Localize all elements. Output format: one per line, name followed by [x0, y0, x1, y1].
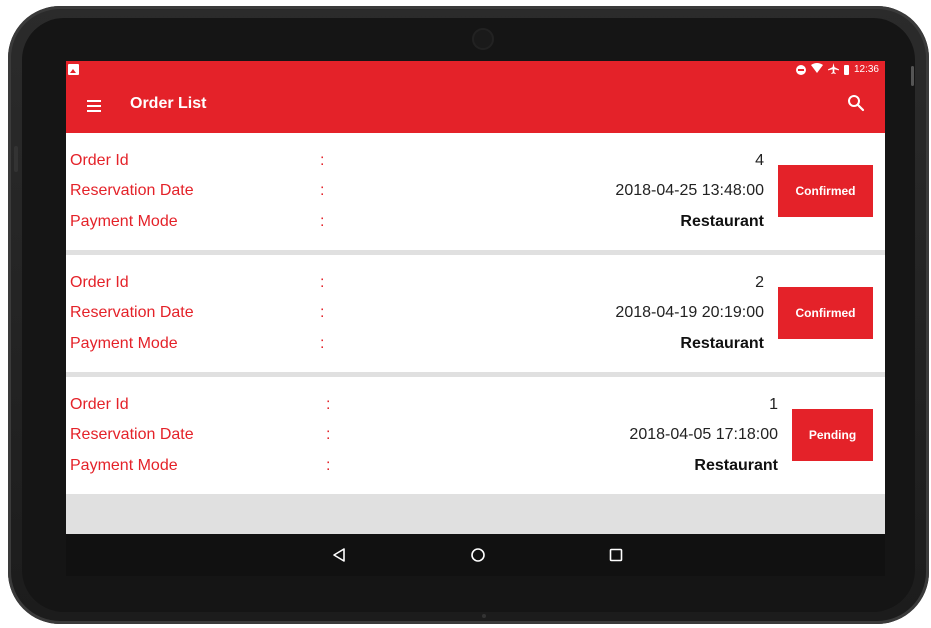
app-bar: Order List [66, 78, 885, 133]
separator: : [320, 335, 325, 352]
payment-mode-label: Payment Mode [70, 335, 178, 352]
recents-icon[interactable] [605, 544, 627, 566]
payment-mode-label: Payment Mode [70, 457, 178, 474]
status-button-confirmed[interactable]: Confirmed [778, 287, 873, 339]
separator: : [326, 426, 331, 443]
hamburger-menu-icon[interactable] [84, 94, 108, 118]
app-screen: 12:36 Order List Order Id : 4 Reservatio… [66, 61, 885, 534]
reservation-date-value: 2018-04-19 20:19:00 [615, 304, 764, 321]
payment-mode-label: Payment Mode [70, 213, 178, 230]
order-card[interactable]: Order Id : 1 Reservation Date : 2018-04-… [66, 377, 885, 494]
separator: : [320, 152, 325, 169]
status-button-confirmed[interactable]: Confirmed [778, 165, 873, 217]
order-id-value: 2 [755, 274, 764, 291]
picture-icon [68, 64, 79, 75]
airplane-icon [827, 62, 839, 77]
back-icon[interactable] [329, 544, 351, 566]
separator: : [326, 396, 331, 413]
status-button-pending[interactable]: Pending [792, 409, 873, 461]
reservation-date-label: Reservation Date [70, 304, 194, 321]
wifi-icon [810, 63, 823, 76]
separator: : [320, 182, 325, 199]
search-icon[interactable] [847, 94, 867, 114]
reservation-date-label: Reservation Date [70, 182, 194, 199]
status-time: 12:36 [853, 64, 879, 75]
reservation-date-value: 2018-04-05 17:18:00 [629, 426, 778, 443]
status-icons: 12:36 [795, 62, 879, 77]
order-card[interactable]: Order Id : 2 Reservation Date : 2018-04-… [66, 255, 885, 372]
payment-mode-value: Restaurant [680, 335, 764, 352]
reservation-date-value: 2018-04-25 13:48:00 [615, 182, 764, 199]
system-nav-bar [66, 534, 885, 576]
do-not-disturb-icon [795, 64, 806, 75]
order-list: Order Id : 4 Reservation Date : 2018-04-… [66, 133, 885, 499]
power-button [911, 66, 914, 86]
battery-icon [843, 64, 849, 75]
order-card[interactable]: Order Id : 4 Reservation Date : 2018-04-… [66, 133, 885, 250]
reservation-date-label: Reservation Date [70, 426, 194, 443]
order-id-label: Order Id [70, 274, 129, 291]
separator: : [326, 457, 331, 474]
separator: : [320, 304, 325, 321]
payment-mode-value: Restaurant [694, 457, 778, 474]
separator: : [320, 274, 325, 291]
volume-button [14, 146, 18, 172]
payment-mode-value: Restaurant [680, 213, 764, 230]
home-icon[interactable] [467, 544, 489, 566]
front-camera [472, 28, 494, 50]
order-id-label: Order Id [70, 152, 129, 169]
order-id-value: 1 [769, 396, 778, 413]
order-id-value: 4 [755, 152, 764, 169]
separator: : [320, 213, 325, 230]
status-bar: 12:36 [66, 61, 885, 78]
page-title: Order List [130, 95, 207, 112]
order-id-label: Order Id [70, 396, 129, 413]
sensor-dot [482, 614, 486, 618]
